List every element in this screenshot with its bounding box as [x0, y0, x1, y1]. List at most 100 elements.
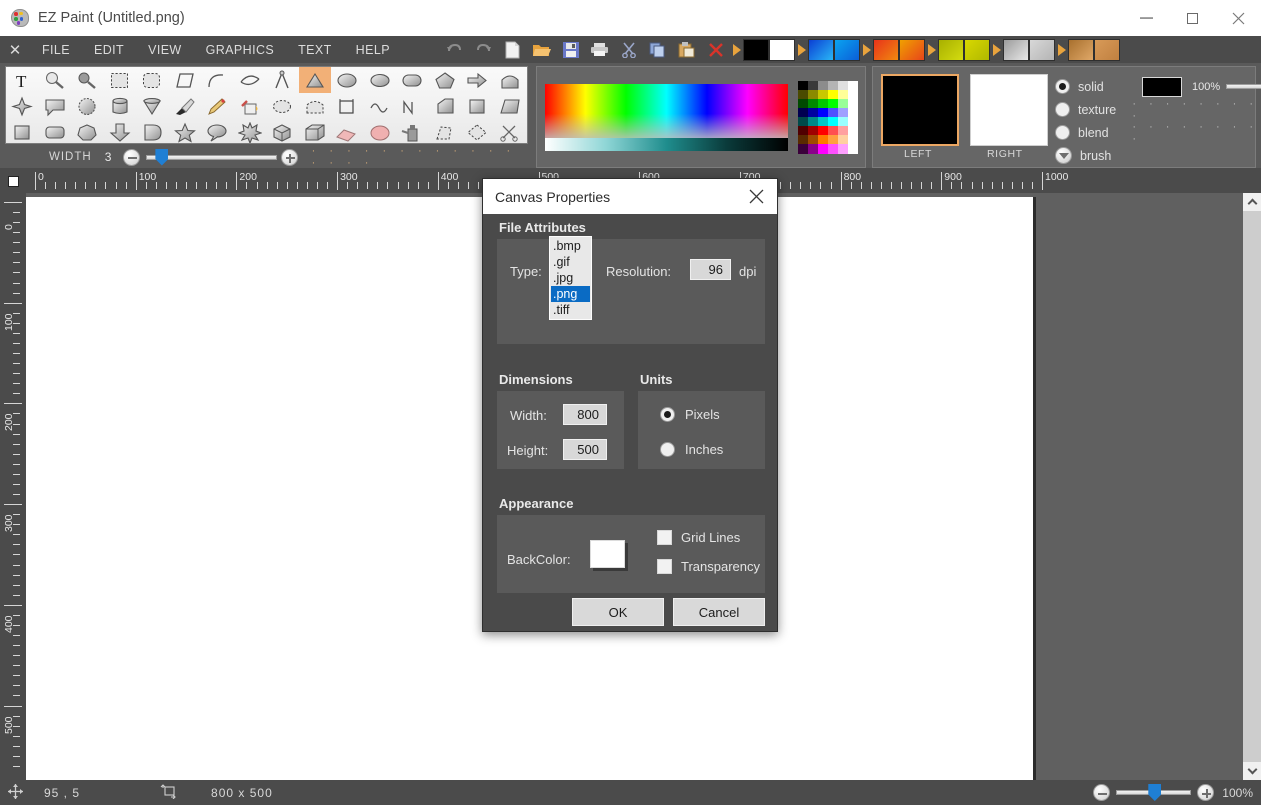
- width-slider-thumb[interactable]: [155, 149, 168, 166]
- tool-ellipse-shape-outline[interactable]: [331, 67, 364, 93]
- color-pair-3[interactable]: [863, 39, 925, 61]
- pair-left-swatch[interactable]: [808, 39, 834, 61]
- palette-swatch[interactable]: [848, 108, 858, 117]
- cancel-button[interactable]: Cancel: [673, 598, 765, 626]
- palette-swatch[interactable]: [808, 108, 818, 117]
- print-icon[interactable]: [587, 39, 613, 61]
- radio-pixels[interactable]: [660, 407, 675, 422]
- height-input[interactable]: 500: [563, 439, 607, 460]
- resolution-input[interactable]: 96: [690, 259, 731, 280]
- palette-swatch[interactable]: [818, 126, 828, 135]
- tool-stamp-circle-tool[interactable]: [364, 119, 397, 144]
- file-type-option[interactable]: .png: [551, 286, 590, 302]
- unit-option-inches[interactable]: Inches: [660, 442, 723, 457]
- tool-brush-tool[interactable]: [169, 93, 202, 119]
- radio-inches[interactable]: [660, 442, 675, 457]
- palette-swatch[interactable]: [818, 99, 828, 108]
- pair-right-swatch[interactable]: [834, 39, 860, 61]
- right-color-swatch[interactable]: [970, 74, 1048, 146]
- shape-five-point-star-shape[interactable]: [169, 119, 202, 144]
- width-slider[interactable]: [146, 155, 276, 160]
- shape-cylinder-shape[interactable]: [104, 93, 137, 119]
- tool-square-outline-tool[interactable]: [331, 93, 364, 119]
- palette-swatch[interactable]: [808, 81, 818, 90]
- palette-swatch[interactable]: [828, 126, 838, 135]
- menu-item-edit[interactable]: EDIT: [82, 43, 136, 57]
- palette-swatch[interactable]: [798, 144, 808, 153]
- tool-scissors-tool[interactable]: [494, 119, 527, 144]
- grid-lines-checkbox[interactable]: [657, 530, 672, 545]
- plus-circle-icon[interactable]: [281, 149, 298, 166]
- menu-item-file[interactable]: FILE: [30, 43, 82, 57]
- zoom-out-icon[interactable]: [1093, 784, 1110, 801]
- pair-right-swatch[interactable]: [964, 39, 990, 61]
- checkbox-transparency[interactable]: Transparency: [657, 559, 760, 574]
- minus-circle-icon[interactable]: [123, 149, 140, 166]
- tool-trapezoid-shape[interactable]: [494, 93, 527, 119]
- palette-swatch[interactable]: [838, 144, 848, 153]
- tool-rect-select-tool[interactable]: [104, 67, 137, 93]
- shape-d-shape[interactable]: [136, 119, 169, 144]
- file-type-option[interactable]: .gif: [551, 254, 590, 270]
- transparency-checkbox[interactable]: [657, 559, 672, 574]
- menu-close-icon[interactable]: ✕: [0, 41, 30, 59]
- fill-option-solid[interactable]: solid 100%: [1055, 75, 1261, 98]
- value-gradient-bar[interactable]: [545, 138, 788, 151]
- palette-swatch[interactable]: [798, 117, 808, 126]
- palette-swatch[interactable]: [798, 135, 808, 144]
- tool-text-tool[interactable]: T: [6, 67, 39, 93]
- color-pair-1[interactable]: [733, 39, 795, 61]
- tool-polyline-tool[interactable]: [396, 93, 429, 119]
- palette-swatch[interactable]: [818, 135, 828, 144]
- tool-paint-bucket-tool[interactable]: [234, 93, 267, 119]
- pair-left-swatch[interactable]: [938, 39, 964, 61]
- checkbox-grid-lines[interactable]: Grid Lines: [657, 530, 740, 545]
- tool-pencil-tool[interactable]: [201, 93, 234, 119]
- pair-left-swatch[interactable]: [1068, 39, 1094, 61]
- palette-swatch[interactable]: [848, 135, 858, 144]
- ruler-origin-box[interactable]: [8, 176, 19, 187]
- radio-solid[interactable]: [1055, 79, 1070, 94]
- tool-dome-select-tool[interactable]: [299, 93, 332, 119]
- tool-spray-can-tool[interactable]: [396, 119, 429, 144]
- palette-swatch[interactable]: [838, 117, 848, 126]
- fill-option-texture[interactable]: texture · · · · · · · · · · · · · ·: [1055, 98, 1261, 121]
- shape-box-3d-shape[interactable]: [299, 119, 332, 144]
- unit-option-pixels[interactable]: Pixels: [660, 407, 720, 422]
- tool-triangle-shape[interactable]: [299, 67, 332, 93]
- palette-swatch[interactable]: [838, 108, 848, 117]
- tool-parallelogram-shape[interactable]: [169, 67, 202, 93]
- menu-item-text[interactable]: TEXT: [286, 43, 344, 57]
- zoom-slider[interactable]: [1116, 790, 1191, 795]
- palette-swatch[interactable]: [848, 117, 858, 126]
- new-file-icon[interactable]: [500, 39, 526, 61]
- file-type-option[interactable]: .jpg: [551, 270, 590, 286]
- save-disk-icon[interactable]: [558, 39, 584, 61]
- file-type-option[interactable]: .tiff: [551, 302, 590, 318]
- palette-swatch[interactable]: [798, 81, 808, 90]
- palette-swatch[interactable]: [808, 90, 818, 99]
- pair-right-swatch[interactable]: [769, 39, 795, 61]
- undo-icon[interactable]: [442, 39, 468, 61]
- tool-compass-tool[interactable]: [266, 67, 299, 93]
- menu-item-view[interactable]: VIEW: [136, 43, 194, 57]
- shape-cone-shape[interactable]: [136, 93, 169, 119]
- color-pair-6[interactable]: [1058, 39, 1120, 61]
- tool-lshape-tool[interactable]: [429, 93, 462, 119]
- color-swatch-grid[interactable]: [798, 81, 858, 154]
- palette-swatch[interactable]: [838, 90, 848, 99]
- palette-swatch[interactable]: [818, 90, 828, 99]
- pair-right-swatch[interactable]: [1094, 39, 1120, 61]
- color-pair-4[interactable]: [928, 39, 990, 61]
- vertical-scrollbar[interactable]: [1243, 193, 1261, 780]
- palette-swatch[interactable]: [808, 135, 818, 144]
- palette-swatch[interactable]: [828, 108, 838, 117]
- palette-swatch[interactable]: [798, 108, 808, 117]
- color-pair-2[interactable]: [798, 39, 860, 61]
- palette-swatch[interactable]: [808, 144, 818, 153]
- scroll-down-icon[interactable]: [1243, 762, 1261, 780]
- palette-swatch[interactable]: [848, 126, 858, 135]
- shape-cube-shape[interactable]: [266, 119, 299, 144]
- palette-swatch[interactable]: [848, 81, 858, 90]
- dialog-close-icon[interactable]: [735, 179, 777, 214]
